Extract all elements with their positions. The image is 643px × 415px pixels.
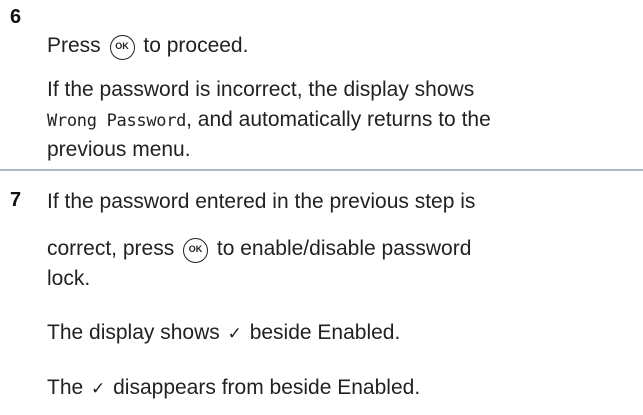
ok-button-icon: OK (109, 35, 135, 60)
result-text: The (47, 376, 84, 399)
instruction-text: to proceed. (143, 34, 249, 57)
result-line-enabled: The display shows ✓ beside Enabled. (47, 320, 400, 347)
step-instruction: lock. (47, 267, 91, 290)
ok-button-icon: OK (183, 238, 209, 263)
step-number: 7 (10, 189, 22, 211)
step-instruction: correct, press OK to enable/disable pass… (47, 236, 471, 263)
step-divider (0, 169, 643, 171)
lcd-message: Wrong Password (47, 111, 187, 131)
paragraph-text: , and automatically returns to the (186, 108, 491, 131)
paragraph-line: Wrong Password, and automatically return… (47, 107, 491, 134)
step-instruction: If the password entered in the previous … (47, 190, 476, 213)
instruction-text: to enable/disable password (216, 237, 472, 260)
paragraph-line: If the password is incorrect, the displa… (47, 78, 475, 101)
result-text: disappears from beside Enabled. (113, 376, 421, 399)
step-number: 6 (10, 6, 22, 28)
check-mark-icon: ✓ (91, 379, 106, 398)
paragraph-line: previous menu. (47, 138, 191, 161)
instruction-text: Press (47, 34, 101, 57)
result-line-disabled: The ✓ disappears from beside Enabled. (47, 375, 420, 402)
result-text: The display shows (47, 321, 220, 344)
step-instruction: Press OK to proceed. (47, 33, 248, 60)
instruction-text: correct, press (47, 237, 175, 260)
check-mark-icon: ✓ (227, 324, 242, 343)
result-text: beside Enabled. (249, 321, 401, 344)
